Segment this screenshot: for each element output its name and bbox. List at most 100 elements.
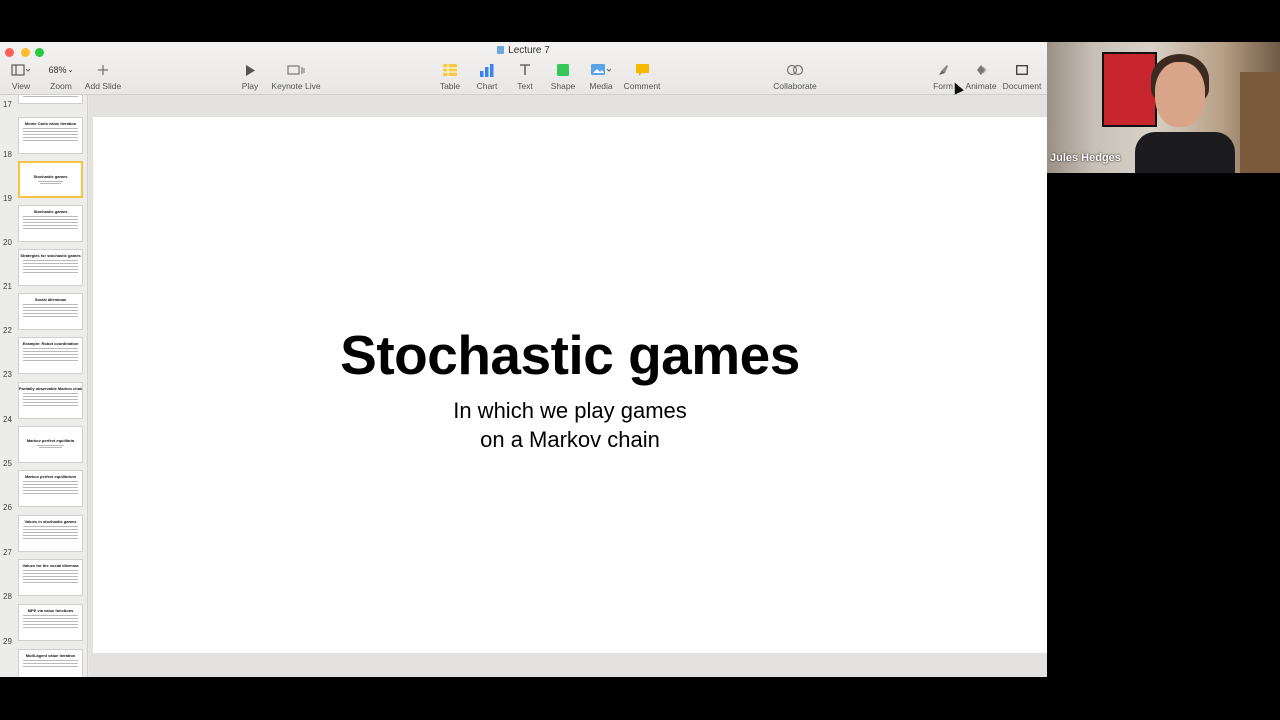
bookshelf (1240, 72, 1280, 173)
slide-canvas[interactable]: Stochastic games In which we play games … (89, 95, 1047, 677)
collaborate-button[interactable]: Collaborate (770, 62, 820, 94)
play-icon (239, 62, 261, 78)
play-button[interactable]: Play (239, 62, 261, 94)
comment-icon (622, 62, 662, 78)
slide-thumbnail-title: Multi-agent value iteration (25, 653, 76, 658)
slide-number: 18 (3, 150, 12, 159)
slide-thumbnail-title: Stochastic games (33, 209, 68, 214)
document-icon (497, 46, 505, 54)
chart-button[interactable]: Chart (474, 62, 500, 94)
slide-thumbnail-19[interactable]: Stochastic games 19 (0, 161, 87, 203)
slide-subtitle-line-1[interactable]: In which we play games (93, 398, 1047, 424)
slide-thumbnail-29[interactable]: MPE via value functions 29 (0, 604, 87, 646)
text-icon (513, 62, 537, 78)
comment-label: Comment (623, 81, 661, 91)
screen: Lecture 7 View 68% ⌄ Zoom Add Slide Play … (0, 0, 1280, 720)
slide-thumbnail-25[interactable]: Markov perfect equilibria 25 (0, 426, 87, 468)
view-label: View (11, 81, 31, 91)
slide-thumbnail-18[interactable]: Monte Carlo value iteration 18 (0, 117, 87, 159)
chart-label: Chart (476, 81, 498, 91)
collaborate-icon (770, 62, 820, 78)
slide-thumbnail-28[interactable]: Values for the social dilemma 28 (0, 559, 87, 601)
keynote-live-button[interactable]: Keynote Live (270, 62, 322, 94)
slide-subtitle-line-2[interactable]: on a Markov chain (93, 427, 1047, 453)
participant-video: Jules Hedges (1047, 42, 1280, 173)
shape-button[interactable]: Shape (549, 62, 577, 94)
slide-thumbnail-20[interactable]: Stochastic games 20 (0, 205, 87, 247)
add-slide-label: Add Slide (84, 81, 122, 91)
zoom-select[interactable]: 68% ⌄ Zoom (46, 62, 76, 94)
slide-thumbnail-26[interactable]: Markov perfect equilibrium 26 (0, 470, 87, 512)
slide-thumbnail-image: Partially observable Markov chains (18, 382, 83, 419)
shape-label: Shape (550, 81, 576, 91)
slide-thumbnail-image: Monte Carlo value iteration (18, 117, 83, 154)
slide-thumbnail-24[interactable]: Partially observable Markov chains 24 (0, 382, 87, 424)
slide-thumbnail-image: Multi-agent value iteration (18, 649, 83, 677)
animate-label: Animate (965, 81, 997, 91)
animate-icon (964, 62, 998, 78)
media-icon (588, 62, 614, 78)
slide-number: 29 (3, 637, 12, 646)
slide-thumbnail-21[interactable]: Strategies for stochastic games 21 (0, 249, 87, 291)
text-label: Text (517, 81, 533, 91)
media-button[interactable]: Media (588, 62, 614, 94)
document-button[interactable]: Document (1001, 62, 1043, 94)
slide-number: 25 (3, 459, 12, 468)
slide-number: 26 (3, 503, 12, 512)
collaborate-label: Collaborate (773, 81, 817, 91)
slide-thumbnail-22[interactable]: Social dilemmas 22 (0, 293, 87, 335)
slide-thumbnail-title: Values in stochastic games (24, 519, 77, 524)
zoom-value: 68% ⌄ (48, 65, 74, 75)
view-button[interactable]: View (8, 62, 34, 94)
slide-thumbnail-title: Markov perfect equilibrium (24, 474, 77, 479)
participant-name: Jules Hedges (1050, 152, 1121, 164)
slide-thumbnail-image (18, 95, 83, 104)
slide-number: 28 (3, 592, 12, 601)
slide-thumbnail-image: MPE via value functions (18, 604, 83, 641)
speaker-body (1135, 132, 1235, 173)
slide-thumbnail-image: Values in stochastic games (18, 515, 83, 552)
slide-thumbnail-title: Strategies for stochastic games (20, 253, 81, 258)
current-slide[interactable]: Stochastic games In which we play games … (93, 117, 1047, 653)
slide-thumbnail-27[interactable]: Values in stochastic games 27 (0, 515, 87, 557)
slide-thumbnail-image: Social dilemmas (18, 293, 83, 330)
keynote-live-label: Keynote Live (271, 81, 321, 91)
table-label: Table (439, 81, 461, 91)
slide-title[interactable]: Stochastic games (93, 323, 1047, 387)
slide-number: 17 (3, 100, 12, 109)
slide-thumbnail-title: Values for the social dilemma (22, 563, 79, 568)
slide-thumbnail-image: Stochastic games (18, 161, 83, 198)
slide-navigator[interactable]: 17 Monte Carlo value iteration 18 Stocha… (0, 95, 88, 677)
slide-thumbnail-title: Monte Carlo value iteration (24, 121, 77, 126)
slide-thumbnail-title: Partially observable Markov chains (19, 386, 83, 391)
window-title-text: Lecture 7 (508, 45, 550, 56)
document-label: Document (1002, 81, 1042, 91)
paintbrush-icon (930, 62, 956, 78)
view-icon (8, 62, 34, 78)
slide-number: 20 (3, 238, 12, 247)
comment-button[interactable]: Comment (622, 62, 662, 94)
slide-thumbnail-title: Markov perfect equilibria (26, 438, 75, 443)
keynote-window: Lecture 7 View 68% ⌄ Zoom Add Slide Play … (0, 42, 1047, 677)
plus-icon (84, 62, 122, 78)
chart-icon (474, 62, 500, 78)
slide-number: 19 (3, 194, 12, 203)
slide-number: 22 (3, 326, 12, 335)
slide-number: 23 (3, 370, 12, 379)
slide-thumbnail-17[interactable]: 17 (0, 95, 87, 109)
table-button[interactable]: Table (437, 62, 463, 94)
slide-number: 21 (3, 282, 12, 291)
animate-button[interactable]: Animate (964, 62, 998, 94)
slide-thumbnail-title: MPE via value functions (27, 608, 74, 613)
speaker-face (1155, 62, 1205, 127)
window-title: Lecture 7 (0, 45, 1047, 56)
slide-thumbnail-30[interactable]: Multi-agent value iteration (0, 649, 87, 677)
text-button[interactable]: Text (513, 62, 537, 94)
slide-thumbnail-23[interactable]: Example: Robot coordination 23 (0, 337, 87, 379)
wall-artwork (1102, 52, 1157, 127)
zoom-label: Zoom (50, 81, 72, 91)
slide-thumbnail-title: Social dilemmas (34, 297, 67, 302)
slide-thumbnail-image: Example: Robot coordination (18, 337, 83, 374)
add-slide-button[interactable]: Add Slide (84, 62, 122, 94)
slide-number: 27 (3, 548, 12, 557)
